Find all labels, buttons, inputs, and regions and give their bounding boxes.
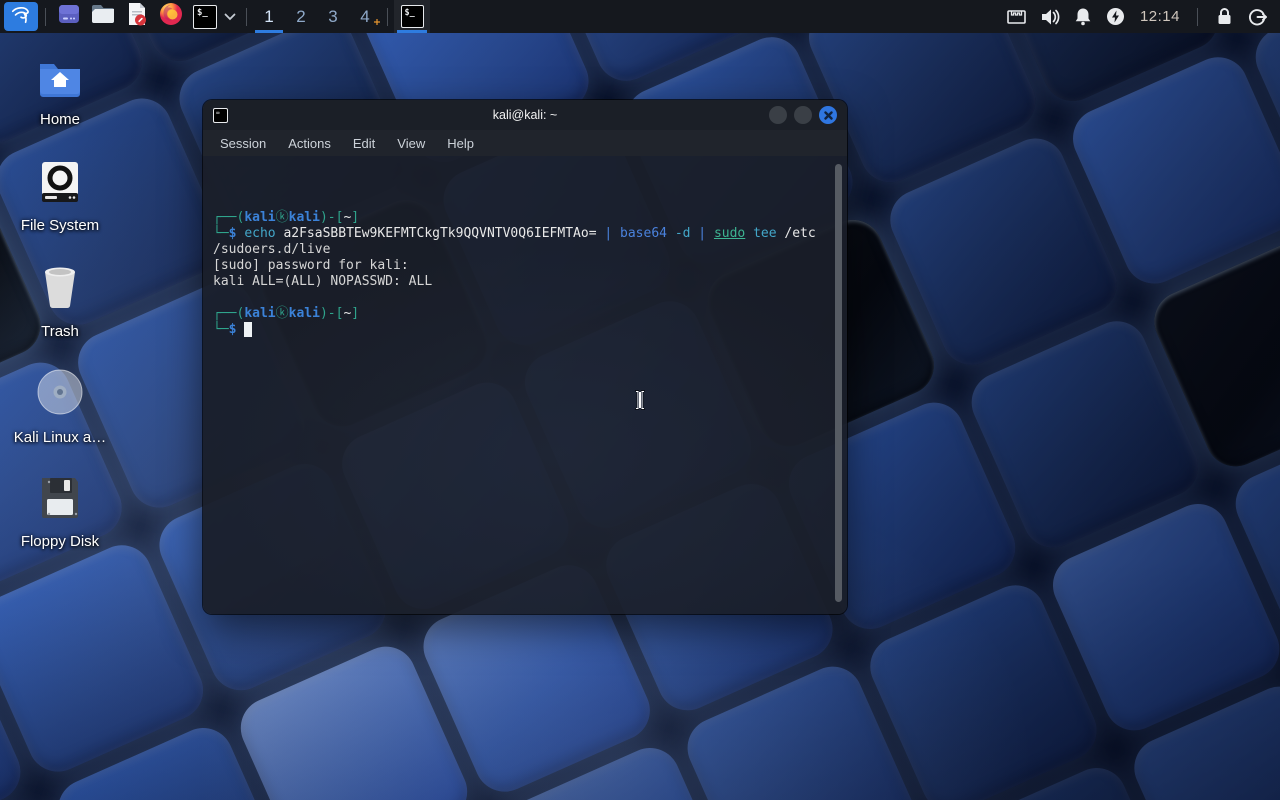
desktop-icon-home[interactable]: Home: [12, 58, 108, 128]
terminal-launcher[interactable]: $_: [189, 2, 221, 31]
desktop-icon-trash[interactable]: Trash: [12, 264, 108, 340]
terminal-line: [sudo] password for kali:: [213, 258, 409, 273]
terminal-window: ⌨ kali@kali: ~ Session Actions Edit View…: [203, 100, 847, 614]
file-manager-icon: [91, 4, 115, 29]
terminal-line: kali ALL=(ALL) NOPASSWD: ALL: [213, 274, 433, 289]
panel-separator: [1197, 7, 1198, 26]
desktop-icon-label: Floppy Disk: [20, 533, 100, 550]
window-icon: ⌨: [213, 107, 228, 123]
lock-icon[interactable]: [1211, 4, 1237, 30]
terminal-line: /sudoers.d/live: [213, 242, 331, 257]
menu-edit[interactable]: Edit: [344, 133, 384, 154]
window-app-icon: [58, 4, 80, 29]
panel-separator: [246, 7, 247, 26]
power-manager-icon[interactable]: [1103, 4, 1129, 30]
desktop-icon-kali-cd[interactable]: Kali Linux a…: [12, 368, 108, 446]
firefox-launcher[interactable]: [155, 2, 187, 31]
maximize-button[interactable]: [794, 106, 812, 124]
cdrom-disc-icon: [36, 368, 84, 421]
window-title: kali@kali: ~: [492, 108, 558, 122]
desktop-icon-floppy[interactable]: Floppy Disk: [12, 474, 108, 550]
workspace-2[interactable]: 2: [285, 0, 317, 33]
kali-menu-icon: [10, 3, 32, 30]
top-panel: $_ 1 2 3 4 $_ 12:14: [0, 0, 1280, 33]
logout-icon[interactable]: [1244, 4, 1270, 30]
home-folder-icon: [37, 58, 83, 103]
terminal-line: ┌──(kaliⓚkali)-[~]: [213, 210, 360, 225]
chevron-down-icon[interactable]: [224, 8, 236, 26]
file-manager-launcher[interactable]: [87, 2, 119, 31]
workspace-3[interactable]: 3: [317, 0, 349, 33]
terminal-content[interactable]: ┌──(kaliⓚkali)-[~] └─$ echo a2FsaSBBTEw9K…: [203, 156, 847, 614]
panel-separator: [45, 7, 46, 26]
window-menubar: Session Actions Edit View Help: [203, 130, 847, 156]
desktop-icon-label: Trash: [41, 323, 79, 340]
taskbar-terminal-window-button[interactable]: $_: [394, 0, 430, 33]
workspace-label: 2: [296, 6, 306, 26]
menu-session[interactable]: Session: [211, 133, 275, 154]
desktop-icon-label: Home: [39, 111, 80, 128]
workspace-label: 1: [264, 6, 274, 26]
terminal-icon: $_: [400, 5, 424, 28]
firefox-icon: [159, 2, 183, 31]
workspace-4[interactable]: 4: [349, 0, 381, 33]
workspace-label: 3: [328, 6, 338, 26]
terminal-line: └─$ echo a2FsaSBBTEw9KEFMTCkgTk9QQVNTV0Q…: [213, 226, 816, 241]
filesystem-drive-icon: [39, 160, 81, 209]
mouse-ibeam-cursor: [632, 389, 648, 416]
workspace-1[interactable]: 1: [253, 0, 285, 33]
menu-view[interactable]: View: [388, 133, 434, 154]
text-editor-icon: [127, 2, 147, 31]
text-editor-launcher[interactable]: [121, 2, 153, 31]
network-wired-icon[interactable]: [1004, 4, 1030, 30]
floppy-disk-icon: [38, 474, 82, 525]
terminal-line: ┌──(kaliⓚkali)-[~]: [213, 306, 360, 321]
close-button[interactable]: [819, 106, 837, 124]
clock[interactable]: 12:14: [1136, 8, 1184, 25]
terminal-scrollbar[interactable]: [835, 164, 842, 602]
volume-icon[interactable]: [1037, 4, 1063, 30]
notifications-bell-icon[interactable]: [1070, 4, 1096, 30]
terminal-icon: $_: [193, 4, 217, 29]
desktop-icon-label: Kali Linux a…: [13, 429, 107, 446]
menu-actions[interactable]: Actions: [279, 133, 340, 154]
terminal-line: └─$: [213, 322, 837, 338]
menu-help[interactable]: Help: [438, 133, 483, 154]
panel-separator: [387, 7, 388, 26]
system-tray: 12:14: [1004, 4, 1280, 30]
trash-icon: [38, 264, 82, 315]
desktop-icon-filesystem[interactable]: File System: [12, 160, 108, 234]
workspace-4-badge: [374, 19, 380, 25]
terminal-output: ┌──(kaliⓚkali)-[~] └─$ echo a2FsaSBBTEw9K…: [213, 210, 837, 338]
applications-menu-button[interactable]: [4, 2, 38, 31]
desktop-icon-label: File System: [20, 217, 100, 234]
window-app-launcher[interactable]: [53, 2, 85, 31]
minimize-button[interactable]: [769, 106, 787, 124]
workspace-label: 4: [360, 6, 370, 26]
window-titlebar[interactable]: ⌨ kali@kali: ~: [203, 100, 847, 130]
